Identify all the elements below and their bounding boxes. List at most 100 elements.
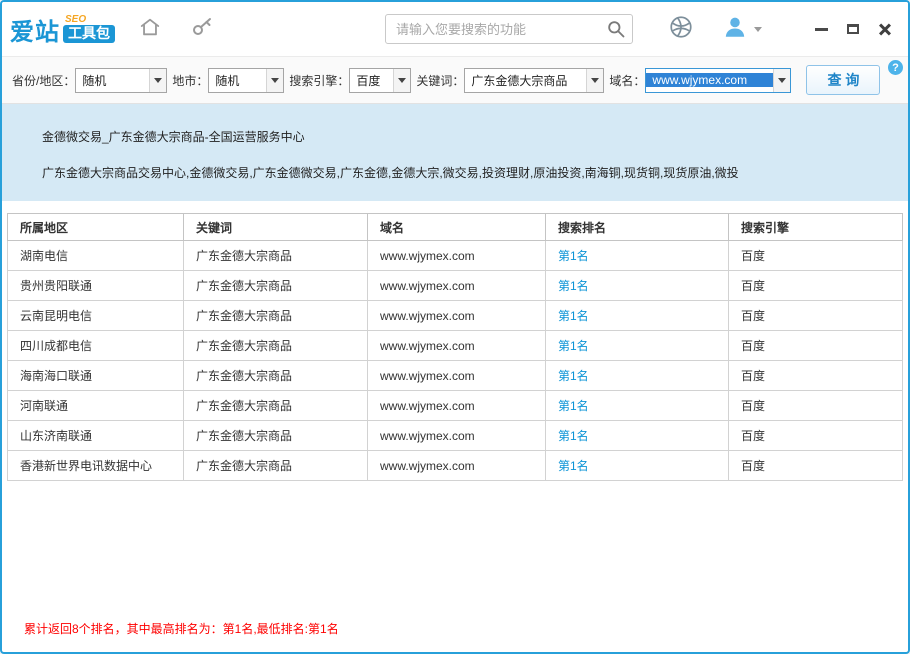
cell-region: 湖南电信 — [8, 241, 184, 271]
rank-link[interactable]: 第1名 — [558, 369, 589, 383]
site-keywords: 广东金德大宗商品交易中心,金德微交易,广东金德微交易,广东金德,金德大宗,微交易… — [42, 164, 868, 181]
close-button[interactable] — [872, 18, 898, 40]
cell-engine: 百度 — [729, 271, 903, 301]
cell-engine: 百度 — [729, 301, 903, 331]
cell-rank: 第1名 — [546, 271, 729, 301]
table-row[interactable]: 河南联通广东金德大宗商品www.wjymex.com第1名百度 — [8, 391, 903, 421]
keyword-value: 广东金德大宗商品 — [465, 72, 586, 89]
filter-city: 地市： 随机 — [172, 68, 284, 93]
rank-summary: 累计返回8个排名，其中最高排名为：第1名,最低排名:第1名 — [24, 622, 339, 636]
province-label: 省份/地区： — [12, 72, 75, 89]
cell-keyword: 广东金德大宗商品 — [184, 271, 368, 301]
query-toolbar: 省份/地区： 随机 地市： 随机 搜索引擎： 百度 关键词： 广东金德大宗商品 — [2, 56, 908, 104]
cell-region: 云南昆明电信 — [8, 301, 184, 331]
cell-keyword: 广东金德大宗商品 — [184, 301, 368, 331]
table-row[interactable]: 贵州贵阳联通广东金德大宗商品www.wjymex.com 第1名 百度 — [8, 271, 903, 301]
network-button[interactable] — [664, 12, 698, 46]
results-table: 所属地区关键词域名搜索排名搜索引擎 湖南电信广东金德大宗商品www.wjymex… — [7, 213, 903, 481]
seo-badge: SEO — [65, 15, 86, 25]
help-icon[interactable]: ? — [888, 60, 903, 75]
cell-keyword: 广东金德大宗商品 — [184, 391, 368, 421]
city-label: 地市： — [172, 72, 208, 89]
home-button[interactable] — [133, 12, 167, 46]
cell-rank: 第1名 — [546, 391, 729, 421]
rank-link[interactable]: 第1名 — [558, 249, 589, 263]
cell-rank: 第1名 — [546, 361, 729, 391]
user-menu[interactable] — [722, 14, 762, 45]
cell-domain: www.wjymex.com — [368, 241, 546, 271]
cell-keyword: 广东金德大宗商品 — [184, 361, 368, 391]
chevron-down-icon[interactable] — [266, 69, 283, 92]
minimize-icon — [815, 28, 828, 31]
cell-domain: www.wjymex.com — [368, 331, 546, 361]
cell-rank: 第1名 — [546, 301, 729, 331]
chevron-down-icon[interactable] — [149, 69, 166, 92]
domain-label: 域名： — [609, 72, 645, 89]
column-header: 关键词 — [184, 214, 368, 241]
chevron-down-icon[interactable] — [586, 69, 603, 92]
cell-domain: www.wjymex.com — [368, 301, 546, 331]
domain-select[interactable]: www.wjymex.com — [645, 68, 791, 93]
table-row[interactable]: 湖南电信广东金德大宗商品www.wjymex.com第1名百度 — [8, 241, 903, 271]
maximize-button[interactable] — [840, 18, 866, 40]
cell-domain: www.wjymex.com — [368, 271, 546, 301]
search-input[interactable] — [396, 22, 606, 37]
cell-rank: 第1名 — [546, 331, 729, 361]
results-table-body: 湖南电信广东金德大宗商品www.wjymex.com第1名百度贵州贵阳联通广东金… — [8, 241, 903, 481]
query-button[interactable]: 查 询 — [806, 65, 880, 95]
rank-link[interactable]: 第1名 — [558, 309, 589, 323]
cell-domain: www.wjymex.com — [368, 421, 546, 451]
rank-link[interactable]: 第1名 — [558, 279, 589, 293]
cell-rank: 第1名 — [546, 241, 729, 271]
table-row[interactable]: 海南海口联通广东金德大宗商品www.wjymex.com第1名百度 — [8, 361, 903, 391]
province-value: 随机 — [76, 72, 149, 89]
results-table-container: 所属地区关键词域名搜索排名搜索引擎 湖南电信广东金德大宗商品www.wjymex… — [7, 213, 903, 481]
minimize-button[interactable] — [808, 18, 834, 40]
search-icon[interactable] — [606, 19, 626, 39]
table-row[interactable]: 四川成都电信广东金德大宗商品www.wjymex.com第1名百度 — [8, 331, 903, 361]
cell-engine: 百度 — [729, 331, 903, 361]
key-tools-button[interactable] — [185, 12, 219, 46]
cell-region: 四川成都电信 — [8, 331, 184, 361]
maximize-icon — [847, 24, 859, 34]
cell-keyword: 广东金德大宗商品 — [184, 451, 368, 481]
cell-region: 海南海口联通 — [8, 361, 184, 391]
home-icon — [139, 16, 161, 43]
rank-link[interactable]: 第1名 — [558, 429, 589, 443]
table-row[interactable]: 香港新世界电讯数据中心广东金德大宗商品www.wjymex.com第1名百度 — [8, 451, 903, 481]
cell-region: 山东济南联通 — [8, 421, 184, 451]
site-info-panel: 金德微交易_广东金德大宗商品-全国运营服务中心 广东金德大宗商品交易中心,金德微… — [2, 104, 908, 201]
province-select[interactable]: 随机 — [75, 68, 167, 93]
filter-province: 省份/地区： 随机 — [12, 68, 167, 93]
app-window: 爱站 SEO 工具包 — [0, 0, 910, 654]
table-row[interactable]: 云南昆明电信广东金德大宗商品www.wjymex.com 第1名 百度 — [8, 301, 903, 331]
domain-value: www.wjymex.com — [646, 73, 773, 87]
keyword-select[interactable]: 广东金德大宗商品 — [464, 68, 604, 93]
cell-domain: www.wjymex.com — [368, 361, 546, 391]
cell-region: 香港新世界电讯数据中心 — [8, 451, 184, 481]
filter-keyword: 关键词： 广东金德大宗商品 — [416, 68, 604, 93]
engine-value: 百度 — [350, 72, 393, 89]
cell-keyword: 广东金德大宗商品 — [184, 421, 368, 451]
user-icon — [722, 14, 748, 45]
titlebar-right-group — [664, 12, 898, 46]
table-row[interactable]: 山东济南联通广东金德大宗商品www.wjymex.com第1名百度 — [8, 421, 903, 451]
chevron-down-icon — [754, 27, 762, 32]
chevron-down-icon[interactable] — [773, 69, 790, 92]
engine-select[interactable]: 百度 — [349, 68, 411, 93]
table-header-row: 所属地区关键词域名搜索排名搜索引擎 — [8, 214, 903, 241]
key-icon — [190, 15, 214, 44]
cell-domain: www.wjymex.com — [368, 451, 546, 481]
cell-region: 贵州贵阳联通 — [8, 271, 184, 301]
cell-region: 河南联通 — [8, 391, 184, 421]
column-header: 搜索排名 — [546, 214, 729, 241]
column-header: 所属地区 — [8, 214, 184, 241]
cell-domain: www.wjymex.com — [368, 391, 546, 421]
chevron-down-icon[interactable] — [393, 69, 410, 92]
site-title: 金德微交易_广东金德大宗商品-全国运营服务中心 — [42, 128, 868, 145]
app-logo: 爱站 SEO 工具包 — [10, 12, 115, 47]
rank-link[interactable]: 第1名 — [558, 399, 589, 413]
city-select[interactable]: 随机 — [208, 68, 284, 93]
rank-link[interactable]: 第1名 — [558, 339, 589, 353]
rank-link[interactable]: 第1名 — [558, 459, 589, 473]
